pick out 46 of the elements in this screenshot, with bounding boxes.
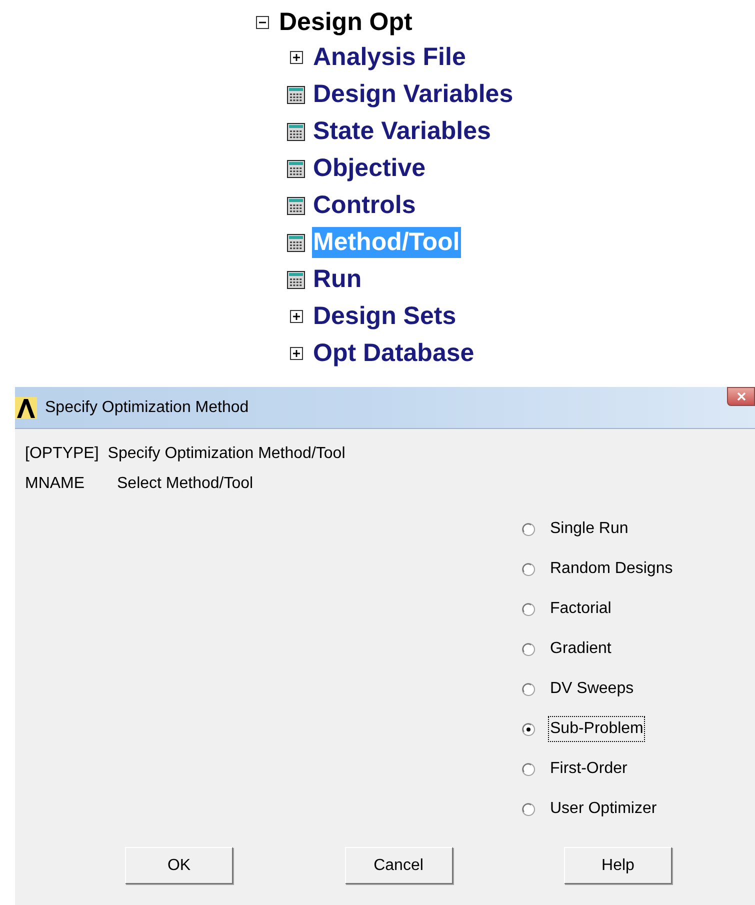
radio-label[interactable]: User Optimizer [548,796,659,822]
window-title: Specify Optimization Method [45,398,249,418]
dialog-button[interactable]: Cancel [344,847,452,884]
field-description: Select Method/Tool [117,474,254,494]
calculator-icon [287,196,305,214]
tree-item[interactable]: Run [312,264,363,295]
command-name: [OPTYPE] [25,444,99,464]
radio-label[interactable]: Single Run [548,516,630,542]
calculator-icon [287,270,305,288]
expand-icon[interactable] [290,347,302,360]
radio-label[interactable]: First-Order [548,756,630,782]
tree-item[interactable]: Design Variables [312,79,514,110]
radio-label[interactable]: Random Designs [548,556,675,582]
radio-button[interactable] [522,562,535,576]
expand-icon[interactable] [290,51,302,64]
radio-label[interactable]: Factorial [548,596,614,622]
dialog-button[interactable]: OK [125,847,233,884]
radio-button[interactable] [522,602,535,616]
dialog-button[interactable]: Help [564,847,672,884]
collapse-icon[interactable] [256,16,269,28]
tree-item[interactable]: State Variables [312,116,492,147]
radio-button[interactable] [522,722,535,736]
calculator-icon [287,86,305,104]
radio-label[interactable]: Sub-Problem [548,716,646,742]
tree-item[interactable]: Analysis File [312,42,467,73]
field-name: MNAME [25,474,86,494]
calculator-icon [287,122,305,140]
command-description: Specify Optimization Method/Tool [108,444,346,464]
radio-button[interactable] [522,642,535,656]
calculator-icon [287,160,305,178]
tree-item[interactable]: Controls [312,190,417,221]
expand-icon[interactable] [290,310,302,323]
radio-label[interactable]: Gradient [548,636,614,662]
tree-item[interactable]: Opt Database [312,338,476,369]
radio-label[interactable]: DV Sweeps [548,676,636,702]
close-icon [736,392,746,401]
radio-button[interactable] [522,802,535,816]
radio-button[interactable] [522,682,535,696]
calculator-icon [287,234,305,252]
close-button[interactable] [727,387,755,406]
tree-item[interactable]: Objective [312,153,427,184]
radio-button[interactable] [522,762,535,776]
radio-button[interactable] [522,522,535,536]
tree-root-label[interactable]: Design Opt [279,10,412,34]
app-logo-icon [15,396,37,418]
tree-item[interactable]: Design Sets [312,301,458,332]
